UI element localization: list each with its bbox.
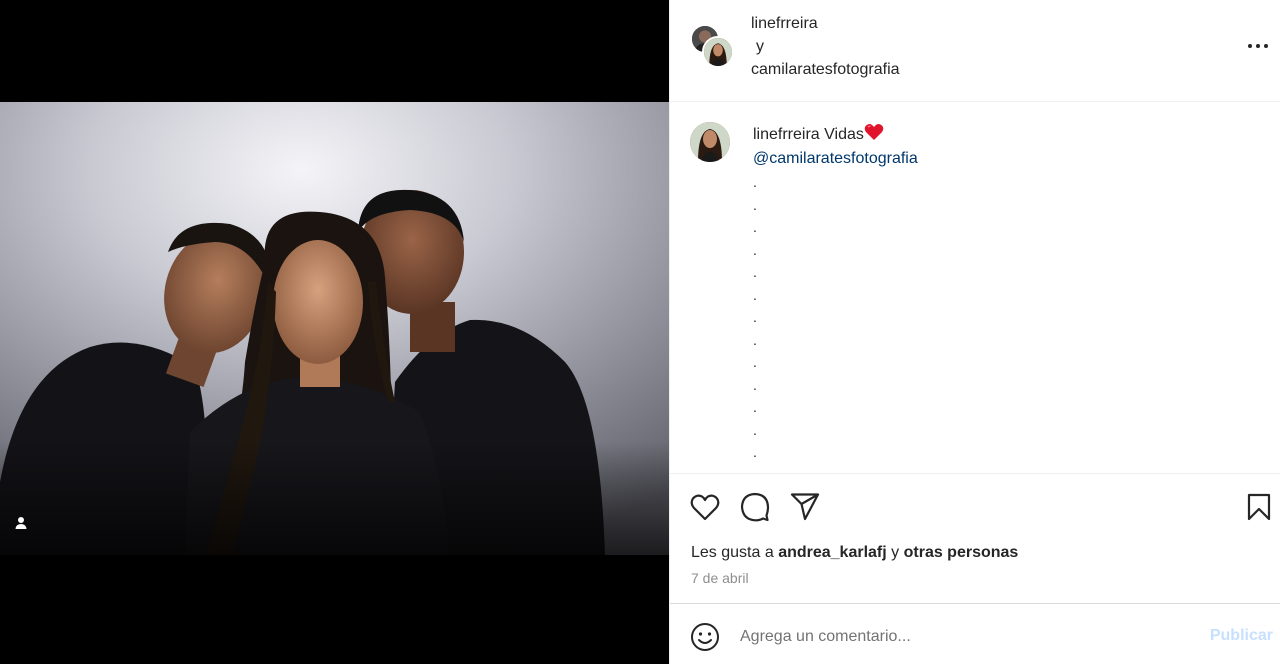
post-side-panel: linefrreira y camilaratesfotografia line…	[669, 0, 1280, 664]
conjunction-text: y	[756, 38, 764, 55]
comment-bar: Publicar	[670, 604, 1280, 664]
person-icon	[15, 517, 27, 529]
tagged-user-icon[interactable]	[9, 511, 33, 535]
post-photo[interactable]	[0, 102, 669, 555]
post-header: linefrreira y camilaratesfotografia	[670, 0, 1280, 102]
dot-line: .	[753, 241, 757, 258]
post-dialog: linefrreira y camilaratesfotografia line…	[0, 0, 1280, 664]
bookmark-icon[interactable]	[1244, 492, 1274, 522]
post-actions: Les gusta a andrea_karlafj y otras perso…	[670, 474, 1280, 604]
caption-body: Vidas	[824, 126, 864, 143]
photo-image	[0, 102, 669, 555]
action-icons	[690, 492, 820, 522]
dot-line: .	[753, 399, 757, 415]
username-link[interactable]: linefrreira	[751, 12, 900, 35]
dot-line: .	[753, 174, 757, 190]
dot-line: .	[753, 286, 757, 303]
red-heart-emoji-icon	[864, 124, 884, 140]
dot-line: .	[753, 444, 757, 460]
emoji-smile-icon[interactable]	[690, 622, 720, 652]
dot-line: .	[753, 331, 757, 348]
username-link[interactable]: camilaratesfotografia	[751, 58, 900, 81]
avatar	[702, 36, 734, 68]
liker-username[interactable]: andrea_karlafj	[778, 544, 887, 561]
post-media	[0, 0, 669, 664]
avatar[interactable]	[690, 122, 730, 162]
post-date[interactable]: 7 de abril	[691, 570, 749, 586]
likes-prefix: Les gusta a	[691, 544, 774, 561]
dot-line: .	[753, 354, 757, 370]
mention-link[interactable]: @camilaratesfotografia	[753, 147, 1253, 171]
dot-line: .	[753, 219, 757, 235]
post-caption: linefrreira Vidas @camilaratesfotografia…	[670, 102, 1280, 474]
share-icon[interactable]	[790, 492, 820, 522]
likes-conj: y	[891, 544, 900, 561]
dot-line: .	[753, 421, 757, 438]
collab-avatars[interactable]	[690, 24, 734, 68]
dot-line: .	[753, 376, 757, 393]
comment-input[interactable]	[740, 624, 1160, 650]
heart-icon[interactable]	[690, 492, 720, 522]
publish-button[interactable]: Publicar	[1210, 627, 1273, 645]
comment-icon[interactable]	[740, 492, 770, 522]
caption-username[interactable]: linefrreira	[753, 126, 820, 143]
collab-names: linefrreira y camilaratesfotografia	[751, 12, 900, 81]
caption-text: linefrreira Vidas @camilaratesfotografia…	[753, 123, 1253, 464]
caption-dots: . . . . . . . . . . . . .	[753, 171, 1253, 464]
dot-line: .	[753, 264, 757, 280]
dot-line: .	[753, 309, 757, 325]
other-likers-link[interactable]: otras personas	[904, 544, 1019, 561]
more-horizontal-icon[interactable]	[1246, 34, 1270, 58]
likes-summary: Les gusta a andrea_karlafj y otras perso…	[691, 544, 1018, 562]
dot-line: .	[753, 196, 757, 213]
